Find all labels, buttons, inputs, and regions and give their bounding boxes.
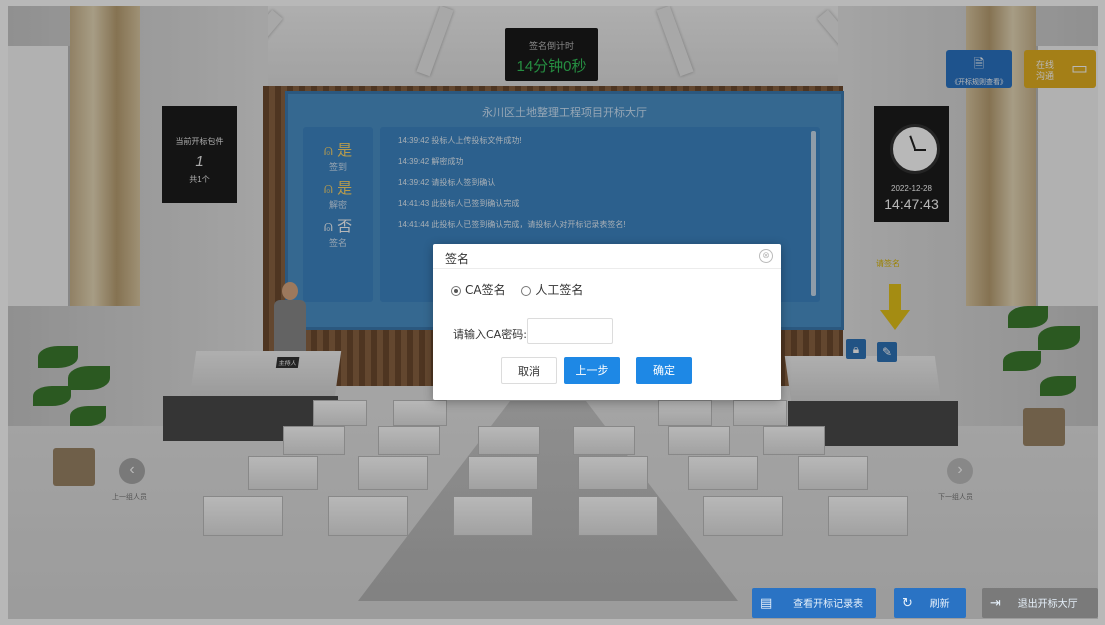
close-icon: ⊗ bbox=[762, 251, 770, 261]
view-record-label: 查看开标记录表 bbox=[793, 599, 864, 610]
radio-unchecked-icon bbox=[521, 285, 532, 296]
refresh-label: 刷新 bbox=[929, 599, 950, 610]
refresh-icon: ↻ bbox=[902, 595, 913, 610]
manual-sign-label: 人工签名 bbox=[535, 283, 584, 297]
confirm-button[interactable]: 确定 bbox=[636, 357, 692, 384]
close-button[interactable]: ⊗ bbox=[759, 249, 773, 263]
sign-method-group: CA签名 人工签名 bbox=[451, 281, 583, 298]
cancel-button[interactable]: 取消 bbox=[501, 357, 557, 384]
record-icon: ▤ bbox=[760, 595, 773, 610]
ca-sign-label: CA签名 bbox=[465, 283, 506, 297]
password-label: 请输入CA密码: bbox=[453, 328, 527, 341]
manual-sign-option[interactable]: 人工签名 bbox=[521, 283, 583, 297]
radio-checked-icon bbox=[451, 285, 461, 296]
exit-hall-label: 退出开标大厅 bbox=[1017, 599, 1078, 610]
view-record-button[interactable]: ▤ 查看开标记录表 bbox=[752, 588, 876, 618]
sign-dialog: 签名 ⊗ CA签名 人工签名 请输入CA密码: 取消 上一步 确定 bbox=[433, 244, 781, 400]
ca-sign-option[interactable]: CA签名 bbox=[451, 283, 506, 297]
dialog-title: 签名 bbox=[445, 252, 470, 266]
refresh-button[interactable]: ↻ 刷新 bbox=[894, 588, 966, 618]
dialog-divider bbox=[433, 268, 781, 269]
exit-hall-button[interactable]: ⇥ 退出开标大厅 bbox=[982, 588, 1098, 618]
exit-icon: ⇥ bbox=[990, 595, 1001, 610]
prev-step-button[interactable]: 上一步 bbox=[564, 357, 620, 384]
ca-password-input[interactable] bbox=[527, 318, 613, 344]
